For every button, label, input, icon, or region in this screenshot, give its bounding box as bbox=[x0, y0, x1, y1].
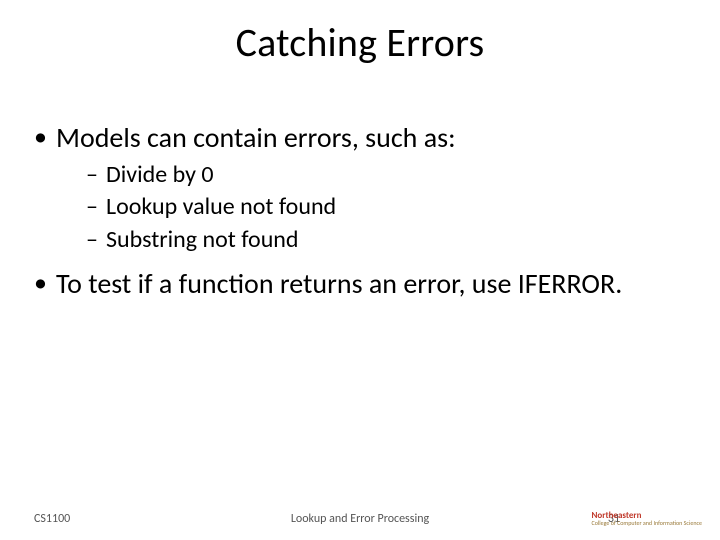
sub-bullet-text: Divide by 0 bbox=[106, 160, 214, 189]
bullet-item: Models can contain errors, such as: Divi… bbox=[34, 120, 686, 256]
sub-bullet-item: Lookup value not found bbox=[86, 191, 686, 223]
sub-bullet-text: Substring not found bbox=[106, 225, 299, 254]
slide-body: Models can contain errors, such as: Divi… bbox=[34, 120, 686, 309]
sub-bullet-item: Substring not found bbox=[86, 224, 686, 256]
slide: Catching Errors Models can contain error… bbox=[0, 0, 720, 540]
slide-title: Catching Errors bbox=[0, 18, 720, 67]
bullet-text: To test if a function returns an error, … bbox=[56, 266, 622, 301]
logo-text-bottom: College of Computer and Information Scie… bbox=[592, 520, 703, 526]
bullet-text: Models can contain errors, such as: bbox=[56, 120, 456, 155]
sub-bullet-text: Lookup value not found bbox=[106, 192, 336, 221]
bullet-list: Models can contain errors, such as: Divi… bbox=[34, 120, 686, 301]
bullet-item: To test if a function returns an error, … bbox=[34, 266, 686, 301]
sub-bullet-item: Divide by 0 bbox=[86, 159, 686, 191]
footer-logo: Northeastern College of Computer and Inf… bbox=[592, 511, 703, 526]
slide-footer: CS1100 Lookup and Error Processing 31 No… bbox=[0, 502, 720, 526]
sub-bullet-list: Divide by 0 Lookup value not found Subst… bbox=[56, 159, 686, 256]
